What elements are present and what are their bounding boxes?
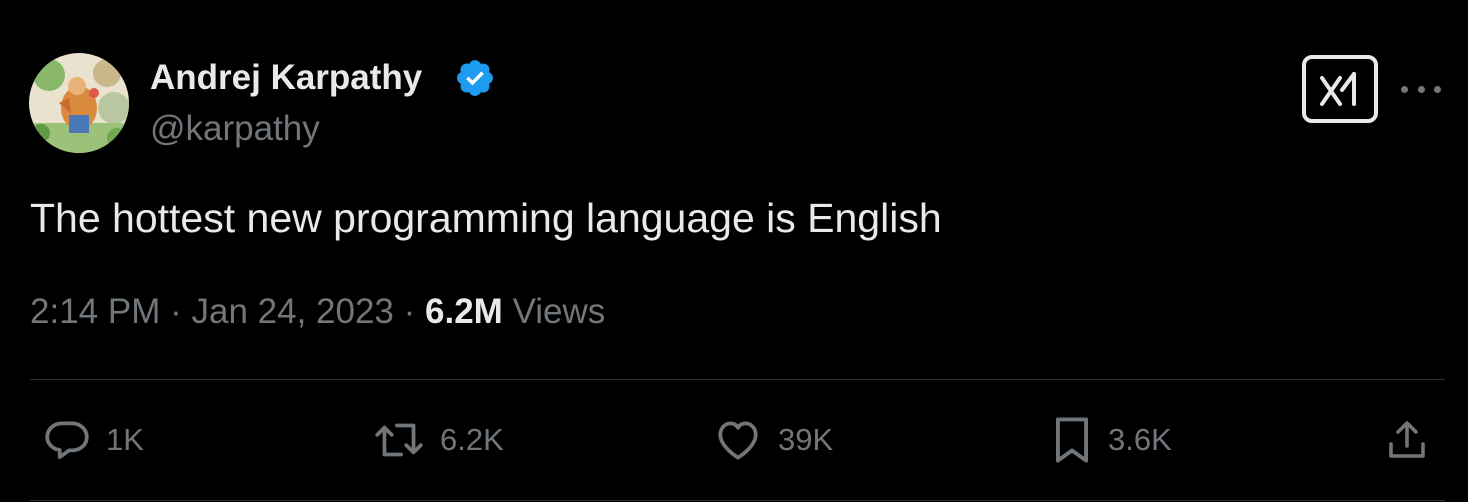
tweet-meta: 2:14 PM · Jan 24, 2023 · 6.2M Views bbox=[30, 290, 605, 334]
reply-count: 1K bbox=[106, 422, 144, 457]
author-display-name[interactable]: Andrej Karpathy bbox=[150, 58, 422, 98]
reply-icon bbox=[45, 421, 89, 459]
avatar[interactable] bbox=[29, 53, 129, 153]
meta-separator: · bbox=[403, 292, 416, 331]
meta-separator: · bbox=[170, 292, 182, 331]
grok-icon bbox=[1320, 72, 1356, 106]
bookmark-count: 3.6K bbox=[1108, 422, 1172, 457]
heart-icon bbox=[718, 421, 758, 460]
repost-count: 6.2K bbox=[440, 422, 504, 457]
divider bbox=[30, 379, 1445, 380]
tweet-time[interactable]: 2:14 PM bbox=[30, 292, 160, 331]
illustrated-avatar-icon bbox=[29, 53, 129, 153]
bookmark-button[interactable]: 3.6K bbox=[1050, 405, 1172, 475]
repost-button[interactable]: 6.2K bbox=[372, 405, 504, 475]
like-count: 39K bbox=[778, 422, 834, 457]
repost-icon bbox=[375, 423, 423, 457]
divider bbox=[30, 500, 1445, 501]
like-button[interactable]: 39K bbox=[712, 405, 833, 475]
more-dots-icon bbox=[1417, 85, 1425, 93]
bookmark-icon bbox=[1055, 417, 1089, 463]
author-handle[interactable]: @karpathy bbox=[150, 108, 320, 150]
reply-button[interactable]: 1K bbox=[42, 405, 144, 475]
more-dots-icon bbox=[1434, 85, 1441, 93]
grok-button[interactable] bbox=[1302, 55, 1378, 123]
tweet-date[interactable]: Jan 24, 2023 bbox=[191, 292, 393, 331]
verified-badge-icon[interactable] bbox=[454, 57, 496, 99]
tweet-text: The hottest new programming language is … bbox=[30, 195, 942, 241]
more-dots-icon bbox=[1401, 85, 1408, 93]
views-count: 6.2M bbox=[425, 292, 503, 331]
action-bar: 1K 6.2K 39K 3.6K bbox=[0, 405, 1468, 475]
views-label: Views bbox=[512, 292, 606, 331]
more-button[interactable] bbox=[1401, 72, 1441, 106]
share-icon bbox=[1389, 421, 1425, 458]
share-button[interactable] bbox=[1383, 405, 1431, 475]
